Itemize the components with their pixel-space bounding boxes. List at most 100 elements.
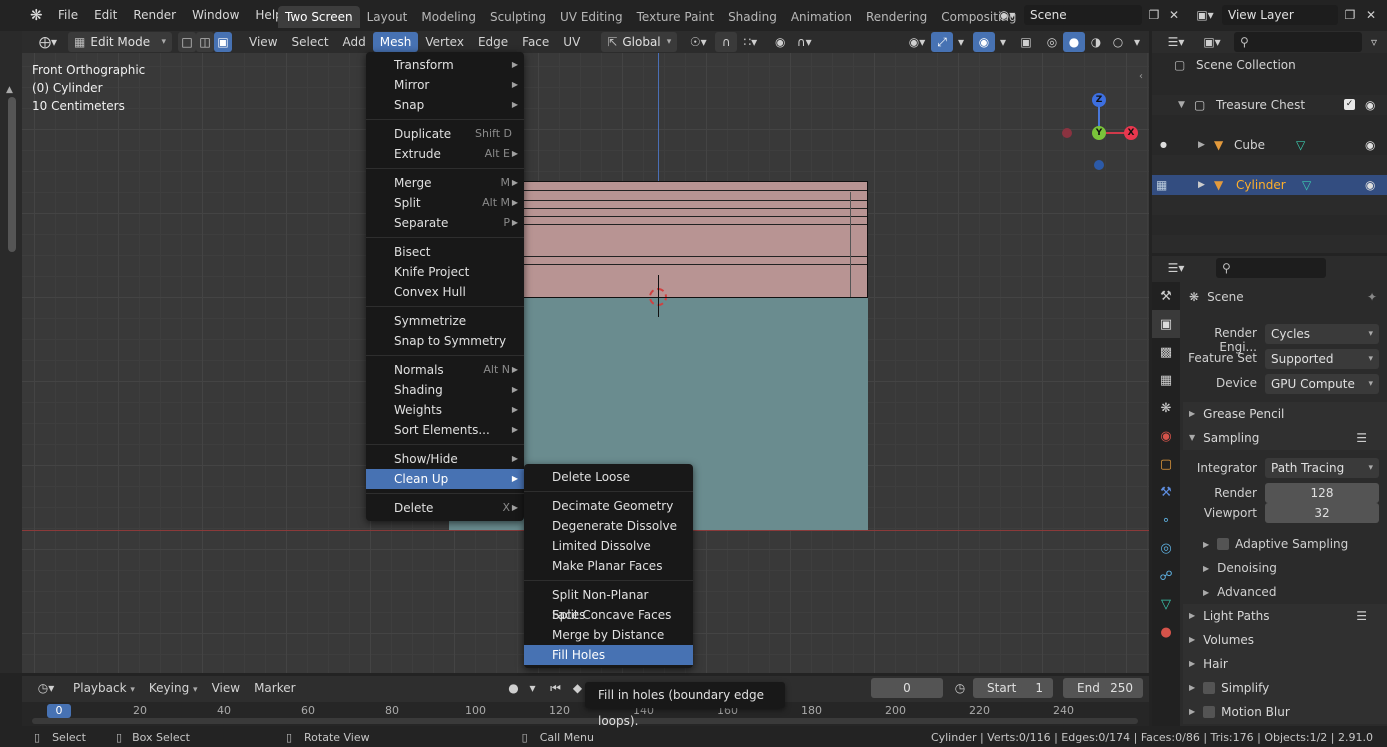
menu-item-delete[interactable]: Delete X ▶ [366,498,524,518]
menu-window[interactable]: Window [184,4,247,26]
menu-item-transform[interactable]: Transform ▶ [366,55,524,75]
object-tab-icon[interactable]: ▢ [1152,450,1180,478]
constraints-tab-icon[interactable]: ☍ [1152,562,1180,590]
chevron-down-icon[interactable]: ▾ [995,32,1011,52]
menu-file[interactable]: File [50,4,86,26]
menu-item-split-non-planar-faces[interactable]: Split Non-Planar Faces [524,585,693,622]
scene-tab-icon[interactable]: ❋ [1152,394,1180,422]
tab-animation[interactable]: Animation [784,6,859,28]
data-tab-icon[interactable]: ▽ [1152,590,1180,618]
view-layer-tab-icon[interactable]: ▦ [1152,366,1180,394]
menu-item-degenerate-dissolve[interactable]: Degenerate Dissolve [524,516,693,536]
wireframe-shading-icon[interactable]: ◎ [1041,32,1063,52]
menu-item-decimate-geometry[interactable]: Decimate Geometry [524,496,693,516]
chevron-down-icon[interactable]: ▾ [525,678,541,698]
menu-item-shading[interactable]: Shading ▶ [366,380,524,400]
expand-right-icon[interactable]: ▶ [1198,135,1205,155]
menu-select[interactable]: Select [285,32,336,52]
gizmo-y-icon[interactable]: Y [1092,126,1106,140]
light-paths-section[interactable]: ▶ Light Paths ☰ [1183,604,1387,628]
volumes-section[interactable]: ▶ Volumes [1183,628,1387,652]
render-tab-icon[interactable]: ▣ [1152,310,1180,338]
menu-marker[interactable]: Marker [247,678,302,698]
scrollbar-handle[interactable] [8,97,16,252]
menu-item-show-hide[interactable]: Show/Hide ▶ [366,449,524,469]
tab-layout[interactable]: Layout [360,6,415,28]
device-select[interactable]: GPU Compute ▾ [1265,374,1379,394]
outliner-scene-collection[interactable]: ▢ Scene Collection [1152,55,1387,75]
edge-select-icon[interactable]: ◫ [196,32,215,52]
presets-list-icon[interactable]: ☰ [1356,426,1367,450]
navigation-gizmo[interactable]: Z X Y [1060,93,1149,170]
menu-item-separate[interactable]: Separate P ▶ [366,213,524,233]
sampling-section[interactable]: ▼ Sampling ☰ [1183,426,1387,450]
menu-item-duplicate[interactable]: Duplicate Shift D [366,124,524,144]
jump-start-icon[interactable]: ⏮ [545,678,567,698]
output-tab-icon[interactable]: ▩ [1152,338,1180,366]
menu-item-normals[interactable]: Normals Alt N ▶ [366,360,524,380]
menu-item-delete-loose[interactable]: Delete Loose [524,467,693,487]
menu-item-make-planar-faces[interactable]: Make Planar Faces [524,556,693,576]
menu-keying[interactable]: Keying ▾ [142,678,205,698]
integrator-select[interactable]: Path Tracing ▾ [1265,458,1379,478]
menu-item-merge[interactable]: Merge M ▶ [366,173,524,193]
physics-tab-icon[interactable]: ◎ [1152,534,1180,562]
simplify-section[interactable]: ▶ Simplify [1183,676,1387,700]
menu-item-bisect[interactable]: Bisect [366,242,524,262]
vertex-select-icon[interactable]: □ [178,32,197,52]
view-layer-icon[interactable]: ▣▾ [1190,5,1220,25]
menu-item-merge-by-distance[interactable]: Merge by Distance [524,625,693,645]
menu-item-limited-dissolve[interactable]: Limited Dissolve [524,536,693,556]
checkbox-icon[interactable] [1217,538,1230,550]
display-mode-icon[interactable]: ▣▾ [1198,32,1226,52]
outliner-treasure-chest[interactable]: ▼ ▢ Treasure Chest ✓ ◉ [1152,95,1387,115]
tab-sculpting[interactable]: Sculpting [483,6,553,28]
overlay-toggle-icon[interactable]: ◉ [973,32,995,52]
menu-item-snap-to-symmetry[interactable]: Snap to Symmetry [366,331,524,351]
delete-scene-icon[interactable]: ✕ [1163,5,1185,25]
menu-item-clean-up[interactable]: Clean Up ▶ [366,469,524,489]
viewport-samples-field[interactable]: 32 [1265,503,1379,523]
menu-playback[interactable]: Playback ▾ [66,678,142,698]
menu-item-knife-project[interactable]: Knife Project [366,262,524,282]
timeline-scrollbar[interactable] [32,718,1138,724]
menu-uv[interactable]: UV [556,32,587,52]
snap-target-icon[interactable]: ∷▾ [737,32,763,52]
modifier-tab-icon[interactable]: ⚒ [1152,478,1180,506]
eye-icon[interactable]: ◉ [1365,135,1375,155]
checkbox-icon[interactable]: ✓ [1344,99,1355,110]
snap-magnet-icon[interactable]: ∩ [715,32,738,52]
menu-add[interactable]: Add [336,32,373,52]
gizmo-neg-z-icon[interactable] [1094,160,1104,170]
render-engine-select[interactable]: Cycles ▾ [1265,324,1379,344]
motion-blur-section[interactable]: ▶ Motion Blur [1183,700,1387,724]
start-frame-field[interactable]: Start 1 [973,678,1053,698]
adaptive-sampling-row[interactable]: ▶ Adaptive Sampling [1183,534,1387,554]
eye-icon[interactable]: ◉ [1365,175,1375,195]
gizmo-x-icon[interactable]: X [1124,126,1138,140]
menu-timeline-view[interactable]: View [205,678,247,698]
menu-item-extrude[interactable]: Extrude Alt E ▶ [366,144,524,164]
outliner-editor-type-icon[interactable]: ☰▾ [1162,32,1190,52]
grease-pencil-section[interactable]: ▶ Grease Pencil [1183,402,1387,426]
visibility-icon[interactable]: ◉▾ [903,32,931,52]
new-scene-icon[interactable]: ❐ [1143,5,1165,25]
blender-logo-icon[interactable]: ❋ [30,4,48,26]
rendered-shading-icon[interactable]: ○ [1107,32,1129,52]
view-layer-field[interactable]: View Layer [1222,5,1338,25]
solid-shading-icon[interactable]: ● [1063,32,1085,52]
scene-field[interactable]: Scene [1024,5,1142,25]
gizmo-toggle-icon[interactable]: ⤢ [931,32,953,52]
menu-face[interactable]: Face [515,32,556,52]
menu-item-symmetrize[interactable]: Symmetrize [366,311,524,331]
properties-search-input[interactable]: ⚲ [1216,258,1326,278]
pin-icon[interactable]: ✦ [1367,290,1377,304]
tab-modeling[interactable]: Modeling [414,6,483,28]
gizmo-z-icon[interactable]: Z [1092,93,1106,107]
current-frame-field[interactable]: 0 [871,678,943,698]
end-frame-field[interactable]: End 250 [1063,678,1143,698]
delete-view-layer-icon[interactable]: ✕ [1360,5,1382,25]
eye-icon[interactable]: ◉ [1365,95,1375,115]
tab-shading[interactable]: Shading [721,6,784,28]
face-select-icon[interactable]: ▣ [214,32,233,52]
